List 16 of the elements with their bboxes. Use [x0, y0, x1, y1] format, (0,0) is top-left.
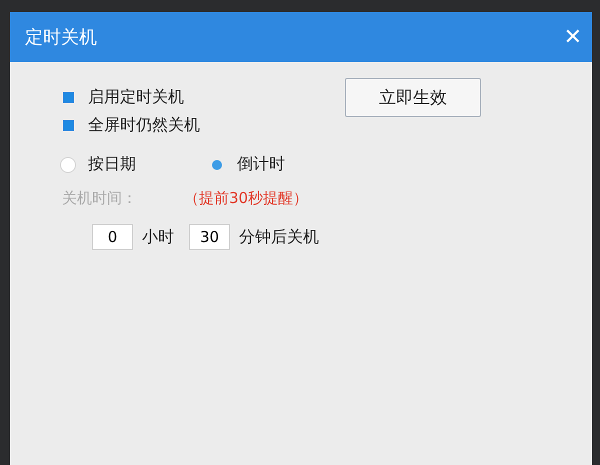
unit-label: 小时 — [142, 226, 174, 248]
unit-label: 分钟后关机 — [239, 226, 319, 248]
minutes-field[interactable]: 30 — [189, 224, 230, 250]
window-title: 定时关机 — [25, 26, 97, 49]
radio-label: 按日期 — [88, 154, 136, 175]
checkbox-label: 全屏时仍然关机 — [88, 115, 200, 136]
field-label: 关机时间： — [62, 189, 138, 208]
checkbox-label: 启用定时关机 — [88, 87, 184, 108]
radio-button[interactable] — [60, 156, 76, 172]
hours-field[interactable]: 0 — [92, 224, 133, 250]
apply-button[interactable]: 立即生效 — [345, 78, 481, 117]
checkbox[interactable] — [63, 120, 74, 131]
radio-label: 倒计时 — [237, 154, 285, 175]
checkbox[interactable] — [63, 92, 74, 103]
reminder-text: （提前30秒提醒） — [184, 189, 308, 208]
close-button[interactable]: ✕ — [560, 24, 586, 50]
